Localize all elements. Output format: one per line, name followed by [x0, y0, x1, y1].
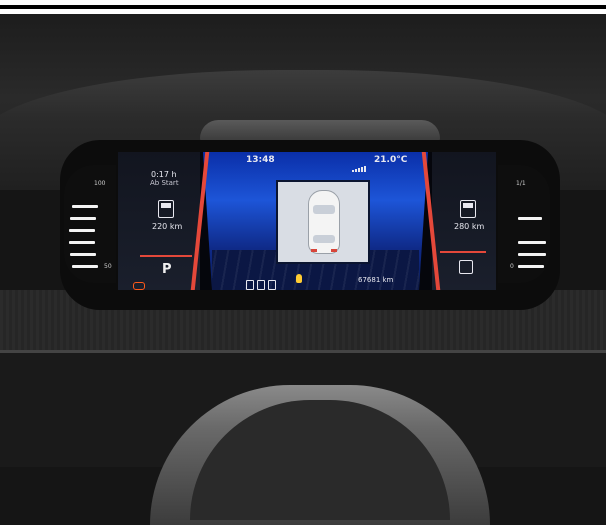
left-gauge-tick [72, 205, 98, 208]
right-gauge-bottom-label: 0 [510, 263, 514, 270]
clock: 13:48 [246, 155, 275, 165]
coolant-temp-icon [296, 274, 302, 283]
hood-trim-strip [200, 120, 440, 142]
left-gauge-bottom-label: 50 [104, 263, 112, 270]
outside-temperature: 21.0°C [374, 155, 408, 165]
trip-label: Ab Start [150, 179, 179, 187]
odometer: 67681 km [358, 276, 394, 284]
door-icon [246, 280, 254, 290]
left-gauge-tick [72, 265, 98, 268]
right-gauge-tick [518, 241, 546, 244]
drive-mode-icon [459, 260, 473, 274]
signal-bars-icon [352, 157, 366, 172]
left-panel-divider [140, 255, 192, 257]
trip-duration: 0:17 h [151, 170, 177, 179]
door-icon [257, 280, 265, 290]
electric-range: 280 km [454, 222, 485, 231]
left-gauge-tick [70, 253, 96, 256]
right-gauge-tick [518, 253, 546, 256]
right-panel-divider [440, 251, 486, 253]
right-gauge-top-label: 1/1 [516, 180, 526, 187]
car-top-view-icon [308, 190, 340, 254]
charge-plug-icon [460, 200, 476, 218]
gear-indicator: P [162, 262, 172, 277]
fuel-pump-icon [158, 200, 174, 218]
left-gauge-tick [70, 217, 96, 220]
photo-top-line [0, 5, 606, 9]
fuel-range: 220 km [152, 222, 183, 231]
left-gauge: 100 50 [64, 165, 116, 283]
engine-warning-icon [133, 282, 145, 290]
vehicle-view [276, 180, 370, 264]
right-gauge: 1/1 0 [498, 165, 550, 283]
left-gauge-tick [69, 241, 95, 244]
right-gauge-tick [518, 265, 544, 268]
left-gauge-top-label: 100 [94, 180, 106, 187]
door-icon [268, 280, 276, 290]
right-gauge-tick [518, 217, 542, 220]
door-status-icons [246, 275, 279, 290]
cluster-screen: 13:48 21.0°C 0:17 h Ab Start 220 km P 67… [118, 152, 496, 290]
left-gauge-tick [69, 229, 95, 232]
